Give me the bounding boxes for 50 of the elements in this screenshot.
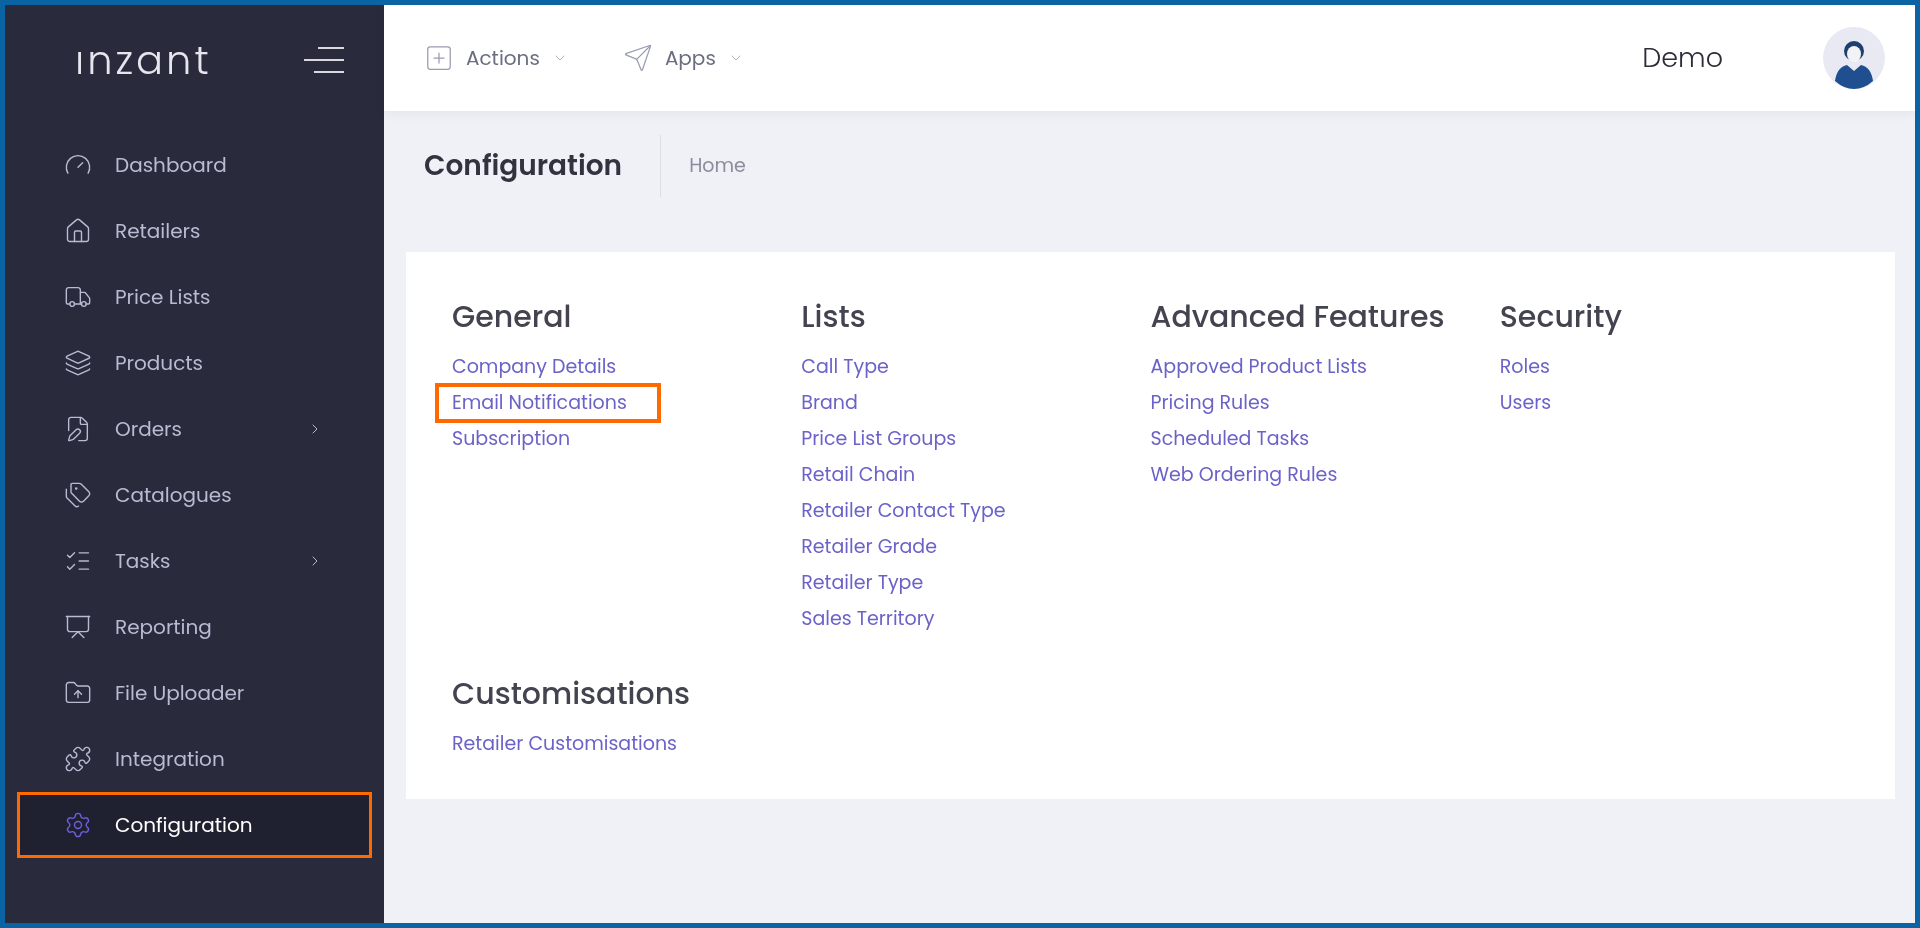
settings-link[interactable]: Retailer Contact Type xyxy=(801,496,1006,526)
house-icon xyxy=(64,217,92,245)
sidebar-item[interactable]: Dashboard xyxy=(17,132,372,198)
menu-icon[interactable] xyxy=(304,47,344,73)
section-heading: Security xyxy=(1499,294,1623,339)
settings-link[interactable]: Subscription xyxy=(452,424,571,454)
sidebar-item[interactable]: Reporting xyxy=(17,594,372,660)
settings-link[interactable]: Pricing Rules xyxy=(1150,388,1270,418)
avatar-icon[interactable] xyxy=(1823,27,1885,89)
section-heading: Advanced Features xyxy=(1150,294,1446,339)
user-name: Demo xyxy=(1642,37,1723,78)
settings-link[interactable]: Scheduled Tasks xyxy=(1150,424,1310,454)
logo: ınzant xyxy=(75,31,212,90)
sidebar-item[interactable]: Price Lists xyxy=(17,264,372,330)
settings-link[interactable]: Web Ordering Rules xyxy=(1150,460,1338,490)
settings-link[interactable]: Email Notifications xyxy=(435,382,661,424)
sidebar-item[interactable]: Orders xyxy=(17,396,372,462)
settings-link[interactable]: Retailer Customisations xyxy=(452,729,678,759)
sidebar-item[interactable]: File Uploader xyxy=(17,660,372,726)
section-heading: Lists xyxy=(801,294,867,339)
sidebar-item[interactable]: Configuration xyxy=(17,792,372,858)
menu-dropdown[interactable]: Apps xyxy=(622,43,744,73)
settings-link[interactable]: Retail Chain xyxy=(801,460,916,490)
sidebar-item[interactable]: Integration xyxy=(17,726,372,792)
settings-link[interactable]: Price List Groups xyxy=(801,424,957,454)
settings-link[interactable]: Brand xyxy=(801,388,858,418)
settings-icon xyxy=(64,811,92,839)
section-heading: Customisations xyxy=(452,671,692,716)
sidebar-item[interactable]: Products xyxy=(17,330,372,396)
puzzle-icon xyxy=(64,745,92,773)
settings-link[interactable]: Retailer Type xyxy=(801,568,924,598)
sidebar-item[interactable]: Tasks xyxy=(17,528,372,594)
settings-link[interactable]: Approved Product Lists xyxy=(1150,352,1367,382)
plus-square-icon xyxy=(424,43,454,73)
menu-dropdown[interactable]: Actions xyxy=(424,43,568,73)
stack-icon xyxy=(64,349,92,377)
chart-board-icon xyxy=(64,613,92,641)
sidebar-item[interactable]: Retailers xyxy=(17,198,372,264)
paper-plane-icon xyxy=(622,43,653,73)
settings-link[interactable]: Company Details xyxy=(452,352,617,382)
breadcrumb-link[interactable]: Home xyxy=(689,151,746,181)
page-title: Configuration xyxy=(424,135,662,197)
settings-link[interactable]: Retailer Grade xyxy=(801,532,937,562)
section-heading: General xyxy=(452,294,573,339)
settings-link[interactable]: Roles xyxy=(1499,352,1550,382)
settings-link[interactable]: Call Type xyxy=(801,352,889,382)
sidebar-item[interactable]: Catalogues xyxy=(17,462,372,528)
settings-link[interactable]: Sales Territory xyxy=(801,604,935,634)
tags-icon xyxy=(64,481,92,509)
settings-link[interactable]: Users xyxy=(1499,388,1552,418)
